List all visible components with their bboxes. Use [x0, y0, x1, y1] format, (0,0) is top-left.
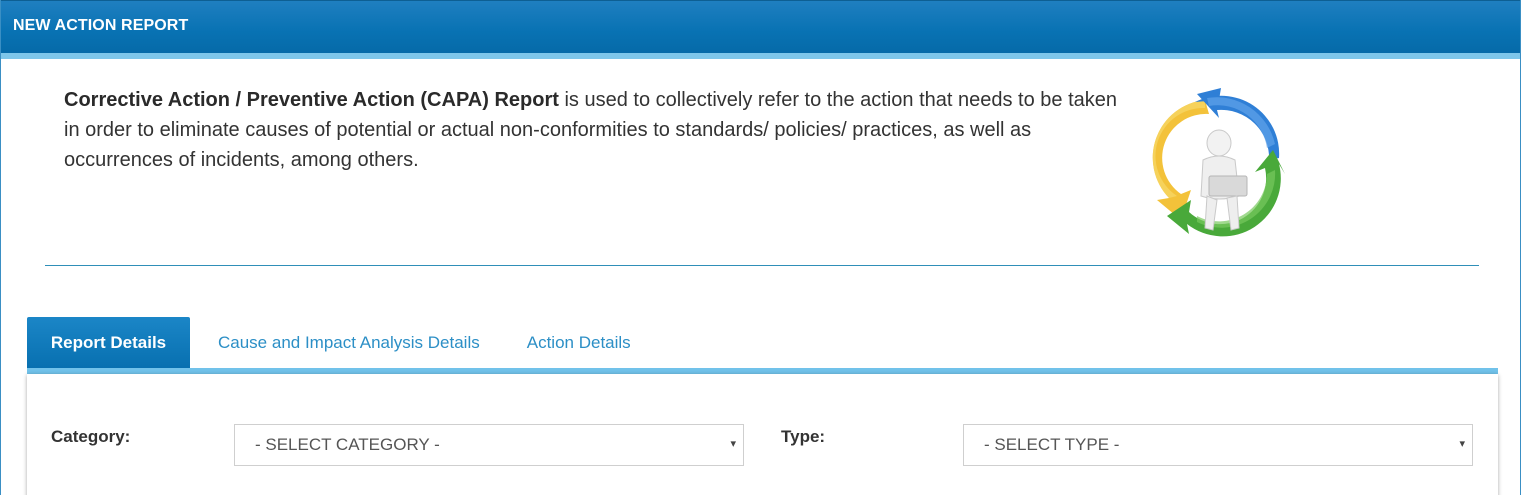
section-divider [45, 265, 1479, 266]
capa-description: Corrective Action / Preventive Action (C… [64, 85, 1124, 175]
type-select-value: - SELECT TYPE - [984, 435, 1120, 454]
tab-action-details[interactable]: Action Details [504, 317, 655, 368]
type-label: Type: [781, 427, 826, 446]
type-select[interactable]: - SELECT TYPE - ▾ [963, 424, 1473, 466]
chevron-down-icon: ▾ [730, 438, 736, 450]
report-tabs: Report Details Cause and Impact Analysis… [27, 317, 655, 368]
tab-cause-and-impact-analysis-details[interactable]: Cause and Impact Analysis Details [190, 317, 504, 368]
panel-title: NEW ACTION REPORT [13, 17, 189, 34]
chevron-down-icon: ▾ [1459, 438, 1465, 450]
panel-header: NEW ACTION REPORT [1, 0, 1520, 53]
capa-report-name: Corrective Action / Preventive Action (C… [64, 89, 559, 111]
header-accent-strip [1, 53, 1520, 59]
category-select-value: - SELECT CATEGORY - [255, 435, 440, 454]
tab-report-details[interactable]: Report Details [27, 317, 190, 368]
report-details-form: Category: - SELECT CATEGORY - ▾ Type: - … [27, 374, 1498, 495]
category-select[interactable]: - SELECT CATEGORY - ▾ [234, 424, 744, 466]
category-label: Category: [51, 427, 131, 446]
new-action-report-panel: NEW ACTION REPORT Corrective Action / Pr… [0, 0, 1521, 495]
capa-cycle-icon [1152, 88, 1285, 237]
